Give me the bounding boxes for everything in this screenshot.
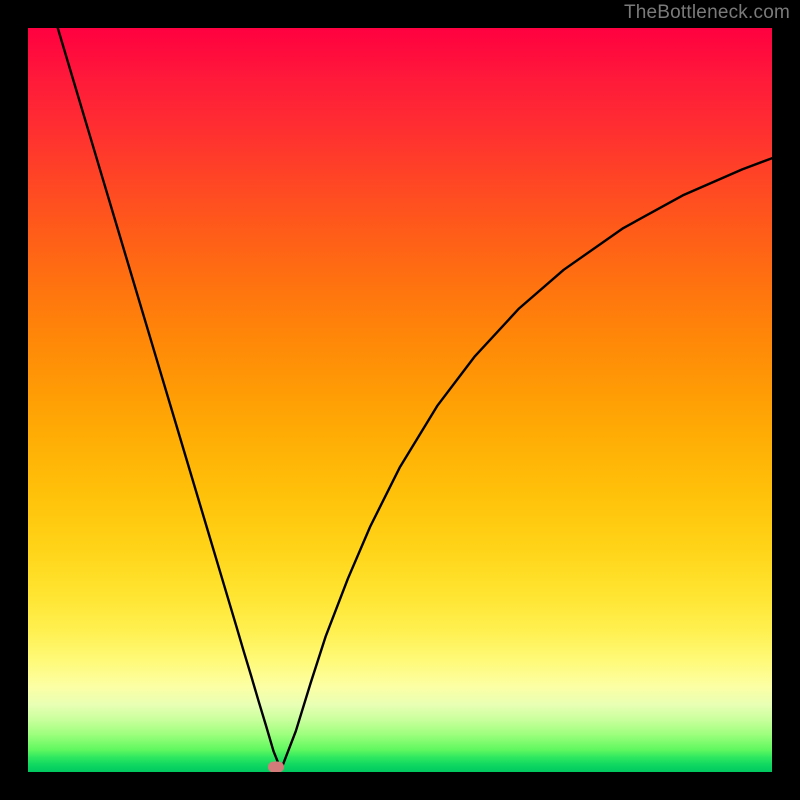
bottleneck-curve	[28, 28, 772, 772]
plot-area	[28, 28, 772, 772]
chart-frame: TheBottleneck.com	[0, 0, 800, 800]
minimum-marker	[268, 761, 284, 772]
watermark-text: TheBottleneck.com	[624, 2, 790, 24]
